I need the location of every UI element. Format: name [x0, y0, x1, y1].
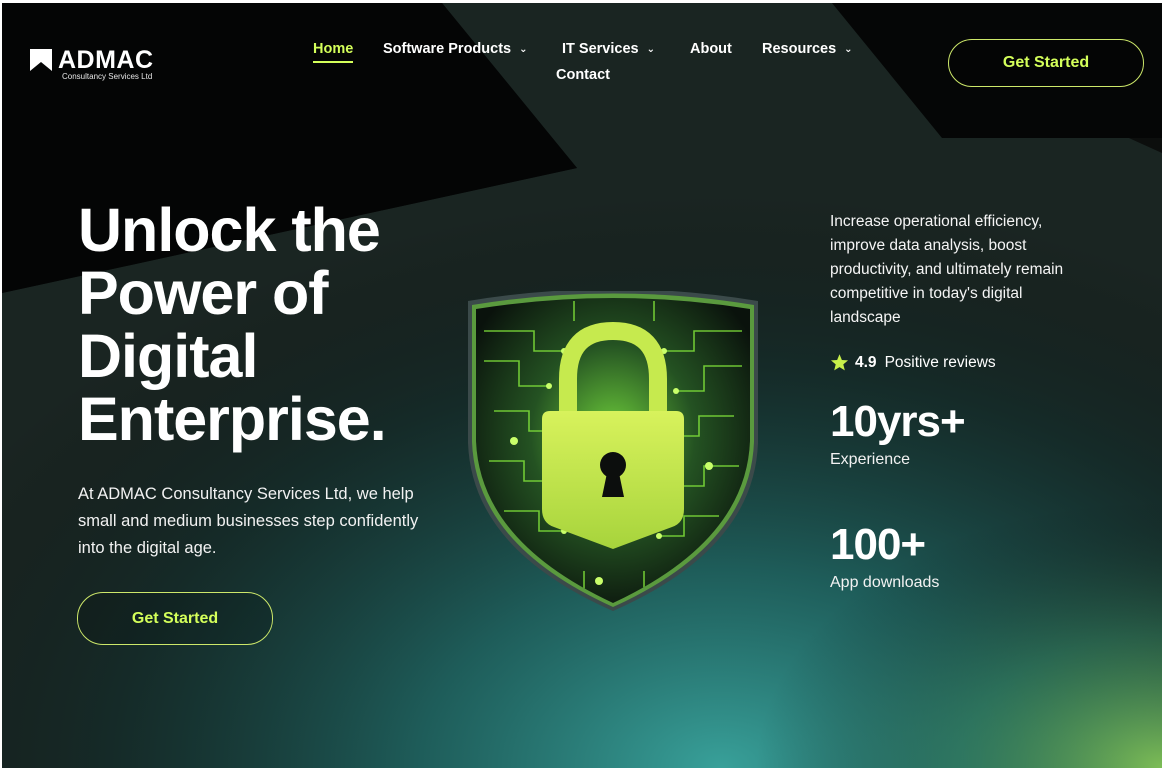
brand-name: ADMAC — [58, 46, 154, 74]
nav-item-software-products[interactable]: Software Products ⌄ — [383, 41, 528, 57]
hero-description: At ADMAC Consultancy Services Ltd, we he… — [78, 485, 419, 557]
nav-item-it-services[interactable]: IT Services ⌄ — [562, 41, 655, 57]
nav-item-resources[interactable]: Resources ⌄ — [762, 41, 853, 57]
hero-title: Unlock the Power of Digital Enterprise. — [78, 196, 387, 453]
value-proposition: Increase operational efficiency, improve… — [830, 213, 1064, 326]
header-get-started-button[interactable]: Get Started — [948, 39, 1144, 87]
chevron-down-icon: ⌄ — [646, 44, 655, 55]
nav-item-label: About — [690, 41, 732, 57]
padlock-shield-icon — [468, 291, 758, 611]
stat-downloads-label: App downloads — [830, 574, 940, 591]
nav-item-about[interactable]: About — [690, 41, 732, 57]
rating: 4.9 Positive reviews — [830, 353, 996, 372]
stat-experience-value: 10yrs+ — [830, 397, 966, 446]
nav-item-label: IT Services — [562, 41, 639, 57]
rating-label: Positive reviews — [884, 353, 996, 371]
rating-value: 4.9 — [855, 353, 877, 371]
stat-downloads-value: 100+ — [830, 520, 926, 569]
logo-mark-icon — [30, 49, 52, 71]
star-icon — [830, 354, 849, 371]
chevron-down-icon: ⌄ — [844, 44, 853, 55]
page-frame: ADMAC Consultancy Services Ltd Home Soft… — [2, 3, 1162, 768]
brand-subtitle: Consultancy Services Ltd — [62, 72, 153, 81]
nav-item-label: Software Products — [383, 41, 512, 57]
chevron-down-icon: ⌄ — [519, 44, 528, 55]
nav-item-label: Home — [313, 41, 354, 57]
nav-item-label: Contact — [556, 67, 610, 83]
stat-experience-label: Experience — [830, 451, 911, 468]
hero-get-started-button[interactable]: Get Started — [77, 592, 273, 645]
nav-item-contact[interactable]: Contact — [556, 67, 610, 83]
nav-item-home[interactable]: Home — [313, 41, 354, 63]
nav-item-label: Resources — [762, 41, 837, 57]
brand-logo[interactable]: ADMAC Consultancy Services Ltd — [30, 47, 154, 81]
